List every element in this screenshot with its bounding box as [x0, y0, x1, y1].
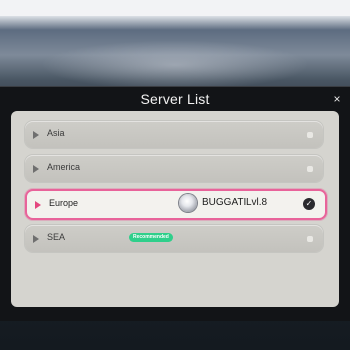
- region-flag-icon: [33, 235, 39, 243]
- region-flag-icon: [33, 131, 39, 139]
- region-flag-icon: [33, 165, 39, 173]
- server-region-label: America: [47, 162, 81, 172]
- check-icon: ✓: [303, 198, 315, 210]
- status-dot-icon: [307, 166, 313, 172]
- server-row-europe[interactable]: Europe BUGGATI Lvl.8 ✓: [25, 189, 327, 220]
- server-row-asia[interactable]: Asia: [25, 121, 323, 148]
- game-screen: Server List × Asia America Europe BUGGAT…: [0, 0, 350, 350]
- server-region-label: Europe: [49, 198, 79, 208]
- player-level: Lvl.8: [246, 197, 268, 208]
- player-name: BUGGATI: [202, 197, 247, 208]
- background-scenery: [40, 40, 310, 90]
- close-icon[interactable]: ×: [330, 92, 344, 106]
- recommended-badge: Recommended: [129, 233, 173, 242]
- background-top-band: [0, 0, 350, 16]
- region-flag-icon: [35, 201, 41, 209]
- server-row-america[interactable]: America: [25, 155, 323, 182]
- status-dot-icon: [307, 132, 313, 138]
- modal-title: Server List: [140, 91, 210, 107]
- server-row-sea[interactable]: SEA Recommended: [25, 225, 323, 252]
- status-dot-icon: [307, 236, 313, 242]
- player-avatar: [179, 194, 197, 212]
- server-region-label: Asia: [47, 128, 65, 138]
- modal-header: Server List ×: [0, 87, 350, 112]
- server-list-panel: Asia America Europe BUGGATI Lvl.8 ✓ SEA …: [11, 111, 339, 307]
- server-region-label: SEA: [47, 232, 66, 242]
- server-list-modal: Server List × Asia America Europe BUGGAT…: [0, 86, 350, 321]
